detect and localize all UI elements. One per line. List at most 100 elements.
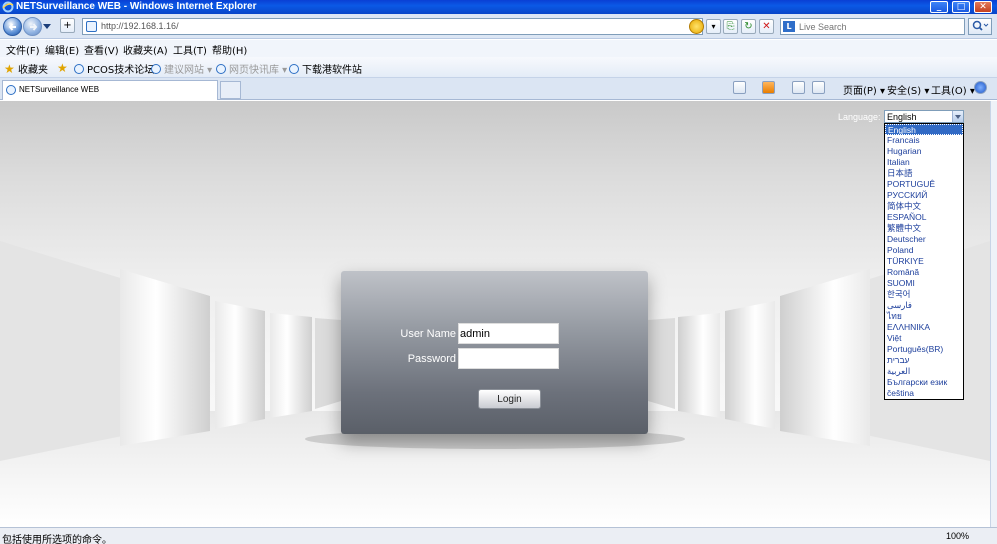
refresh-icon[interactable]: ↻ [741,19,756,34]
menu-edit[interactable]: 编辑(E) [45,42,79,57]
tools-menu[interactable]: 工具(O) ▾ [931,82,975,97]
window-title: NETSurveillance WEB - Windows Internet E… [16,1,257,12]
add-favorite-icon[interactable]: ★ [57,61,68,75]
language-option[interactable]: Hugarian [885,146,963,157]
language-select[interactable]: English [884,110,964,123]
status-text: 包括使用所选项的命令。 [2,535,112,544]
forward-arrow-icon [30,23,38,31]
ie-page-icon [289,64,299,74]
language-option[interactable]: ΕΛΛΗΝΙΚΑ [885,322,963,333]
fav-link-suggested[interactable]: 建议网站 ▾ [151,61,212,76]
zoom-level[interactable]: 100% [946,531,969,541]
live-search-icon: L [783,21,795,32]
fav-link-label: 网页快讯库 ▾ [229,65,288,76]
login-button[interactable]: Login [478,389,541,409]
language-option[interactable]: čeština [885,388,963,399]
ie-logo-icon [2,1,14,13]
ie-page-icon [6,85,16,95]
menu-bar: 文件(F) 编辑(E) 查看(V) 收藏夹(A) 工具(T) 帮助(H) [0,40,997,57]
title-bar: NETSurveillance WEB - Windows Internet E… [0,0,997,14]
ie-page-icon [216,64,226,74]
language-option[interactable]: ESPAÑOL [885,212,963,223]
language-option[interactable]: PORTUGUÊ [885,179,963,190]
status-bar: 包括使用所选项的命令。 100% [0,527,997,544]
search-box[interactable]: L [780,18,965,35]
language-option[interactable]: ไทย [885,311,963,322]
menu-tools[interactable]: 工具(T) [173,42,207,57]
feeds-icon[interactable] [762,81,775,94]
favorites-star-icon: ★ [4,62,15,76]
vertical-scrollbar[interactable] [990,101,997,527]
language-dropdown-list: English Francais Hugarian Italian 日本語 PO… [884,123,964,400]
help-icon[interactable] [974,81,987,94]
tab-title: NETSurveillance WEB [19,85,100,94]
language-option[interactable]: Română [885,267,963,278]
address-dropdown-icon[interactable]: ▾ [706,19,721,34]
language-option[interactable]: Poland [885,245,963,256]
compat-view-icon[interactable]: ⎘ [723,19,738,34]
ie-page-icon [74,64,84,74]
menu-help[interactable]: 帮助(H) [212,42,247,57]
search-input[interactable] [799,20,959,33]
back-arrow-icon [8,23,16,31]
language-option[interactable]: РУССКИЙ [885,190,963,201]
home-icon[interactable] [733,81,746,94]
close-button[interactable]: ✕ [974,1,992,13]
fav-link-pcos[interactable]: PCOS技术论坛 [74,61,154,76]
language-option[interactable]: Deutscher [885,234,963,245]
tab-netsurveillance[interactable]: NETSurveillance WEB [2,80,218,100]
language-option[interactable]: 简体中文 [885,201,963,212]
compatibility-icon[interactable] [689,19,704,34]
forward-button[interactable] [23,17,42,36]
language-option[interactable]: 日本語 [885,168,963,179]
favorites-bar: ★ 收藏夹 ★ PCOS技术论坛 建议网站 ▾ 网页快讯库 ▾ 下载港软件站 [0,57,997,78]
new-tab-button[interactable] [220,81,241,99]
address-url: http://192.168.1.16/ [101,21,179,31]
language-option[interactable]: English [885,124,963,135]
chevron-down-icon[interactable] [952,111,963,122]
print-icon[interactable] [812,81,825,94]
password-label: Password [407,353,456,365]
minimize-button[interactable]: _ [930,1,948,13]
fav-link-label: 下载港软件站 [302,65,362,76]
page-menu[interactable]: 页面(P) ▾ [843,82,885,97]
language-option[interactable]: فارسی [885,300,963,311]
favorites-button[interactable]: ★ 收藏夹 [4,61,48,76]
password-field[interactable] [458,348,559,369]
language-option[interactable]: Francais [885,135,963,146]
fav-link-label: PCOS技术论坛 [87,65,155,76]
language-option[interactable]: SUOMI [885,278,963,289]
language-label: Language: [838,112,881,122]
language-option[interactable]: 한국어 [885,289,963,300]
language-option[interactable]: TÜRKIYE [885,256,963,267]
maximize-button[interactable]: □ [952,1,970,13]
fav-link-webslices[interactable]: 网页快讯库 ▾ [216,61,287,76]
language-option[interactable]: Italian [885,157,963,168]
back-button[interactable] [3,17,22,36]
language-option[interactable]: עברית [885,355,963,366]
address-toolbar: + http://192.168.1.16/ ▾ ⎘ ↻ ✕ L [0,14,997,39]
menu-view[interactable]: 查看(V) [84,42,119,57]
add-tab-icon[interactable]: + [60,18,75,33]
safety-menu[interactable]: 安全(S) ▾ [887,82,929,97]
language-option[interactable]: 繁體中文 [885,223,963,234]
favorites-label: 收藏夹 [17,65,48,76]
address-bar[interactable]: http://192.168.1.16/ [82,18,703,35]
history-dropdown-icon[interactable] [43,24,51,29]
ie-page-icon [151,64,161,74]
username-field[interactable] [458,323,559,344]
search-button[interactable] [968,18,992,35]
menu-file[interactable]: 文件(F) [6,42,40,57]
language-option[interactable]: Việt [885,333,963,344]
search-icon [972,20,989,31]
language-option[interactable]: Български език [885,377,963,388]
menu-favorites[interactable]: 收藏夹(A) [123,42,168,57]
stop-icon[interactable]: ✕ [759,19,774,34]
fav-link-download[interactable]: 下载港软件站 [289,61,362,76]
language-option[interactable]: العربية [885,366,963,377]
username-label: User Name [400,328,456,340]
read-mail-icon[interactable] [792,81,805,94]
language-selected-value: English [887,112,917,122]
page-content: Language: English English Francais Hugar… [0,101,990,527]
language-option[interactable]: Português(BR) [885,344,963,355]
